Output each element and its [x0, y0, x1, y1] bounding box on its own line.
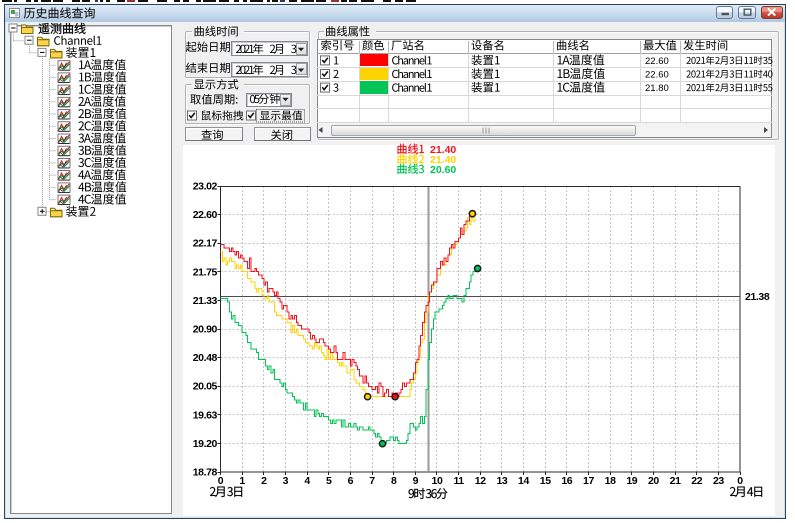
svg-text:19.20: 19.20	[193, 438, 218, 450]
svg-text:20: 20	[648, 475, 659, 487]
svg-text:22: 22	[691, 475, 702, 487]
svg-text:15: 15	[540, 475, 551, 487]
svg-text:22.60: 22.60	[645, 70, 669, 81]
svg-text:18.78: 18.78	[193, 467, 218, 479]
svg-text:18: 18	[605, 475, 616, 487]
svg-text:14: 14	[518, 475, 529, 487]
svg-text:7: 7	[369, 475, 375, 487]
svg-text:1: 1	[239, 475, 245, 487]
svg-text:22.60: 22.60	[193, 209, 218, 221]
svg-text:0: 0	[218, 475, 224, 487]
svg-text:13: 13	[496, 475, 507, 487]
svg-text:6: 6	[348, 475, 354, 487]
svg-text:20.05: 20.05	[193, 381, 218, 393]
svg-text:22.17: 22.17	[193, 238, 218, 250]
svg-text:21.75: 21.75	[193, 266, 218, 278]
svg-text:23: 23	[713, 475, 724, 487]
svg-text:3: 3	[283, 475, 289, 487]
svg-text:4: 4	[304, 475, 310, 487]
svg-text:5: 5	[326, 475, 332, 487]
svg-text:20.48: 20.48	[193, 352, 218, 364]
svg-text:20.60: 20.60	[430, 164, 456, 176]
svg-text:12: 12	[475, 475, 486, 487]
svg-text:19: 19	[626, 475, 637, 487]
svg-text:16: 16	[561, 475, 572, 487]
svg-text:11: 11	[453, 475, 464, 487]
svg-text:21.38: 21.38	[745, 291, 770, 303]
svg-text:23.02: 23.02	[193, 181, 218, 193]
svg-text:20.90: 20.90	[193, 324, 218, 336]
svg-text:19.63: 19.63	[193, 409, 218, 421]
svg-text:21: 21	[670, 475, 681, 487]
svg-text:21.80: 21.80	[645, 83, 669, 94]
svg-text:0: 0	[737, 475, 743, 487]
svg-text:21.33: 21.33	[193, 295, 218, 307]
svg-text:9: 9	[413, 475, 419, 487]
svg-text:2: 2	[261, 475, 267, 487]
svg-text:10: 10	[432, 475, 443, 487]
svg-text:22.60: 22.60	[645, 56, 669, 67]
svg-text:8: 8	[391, 475, 397, 487]
svg-text:17: 17	[583, 475, 594, 487]
